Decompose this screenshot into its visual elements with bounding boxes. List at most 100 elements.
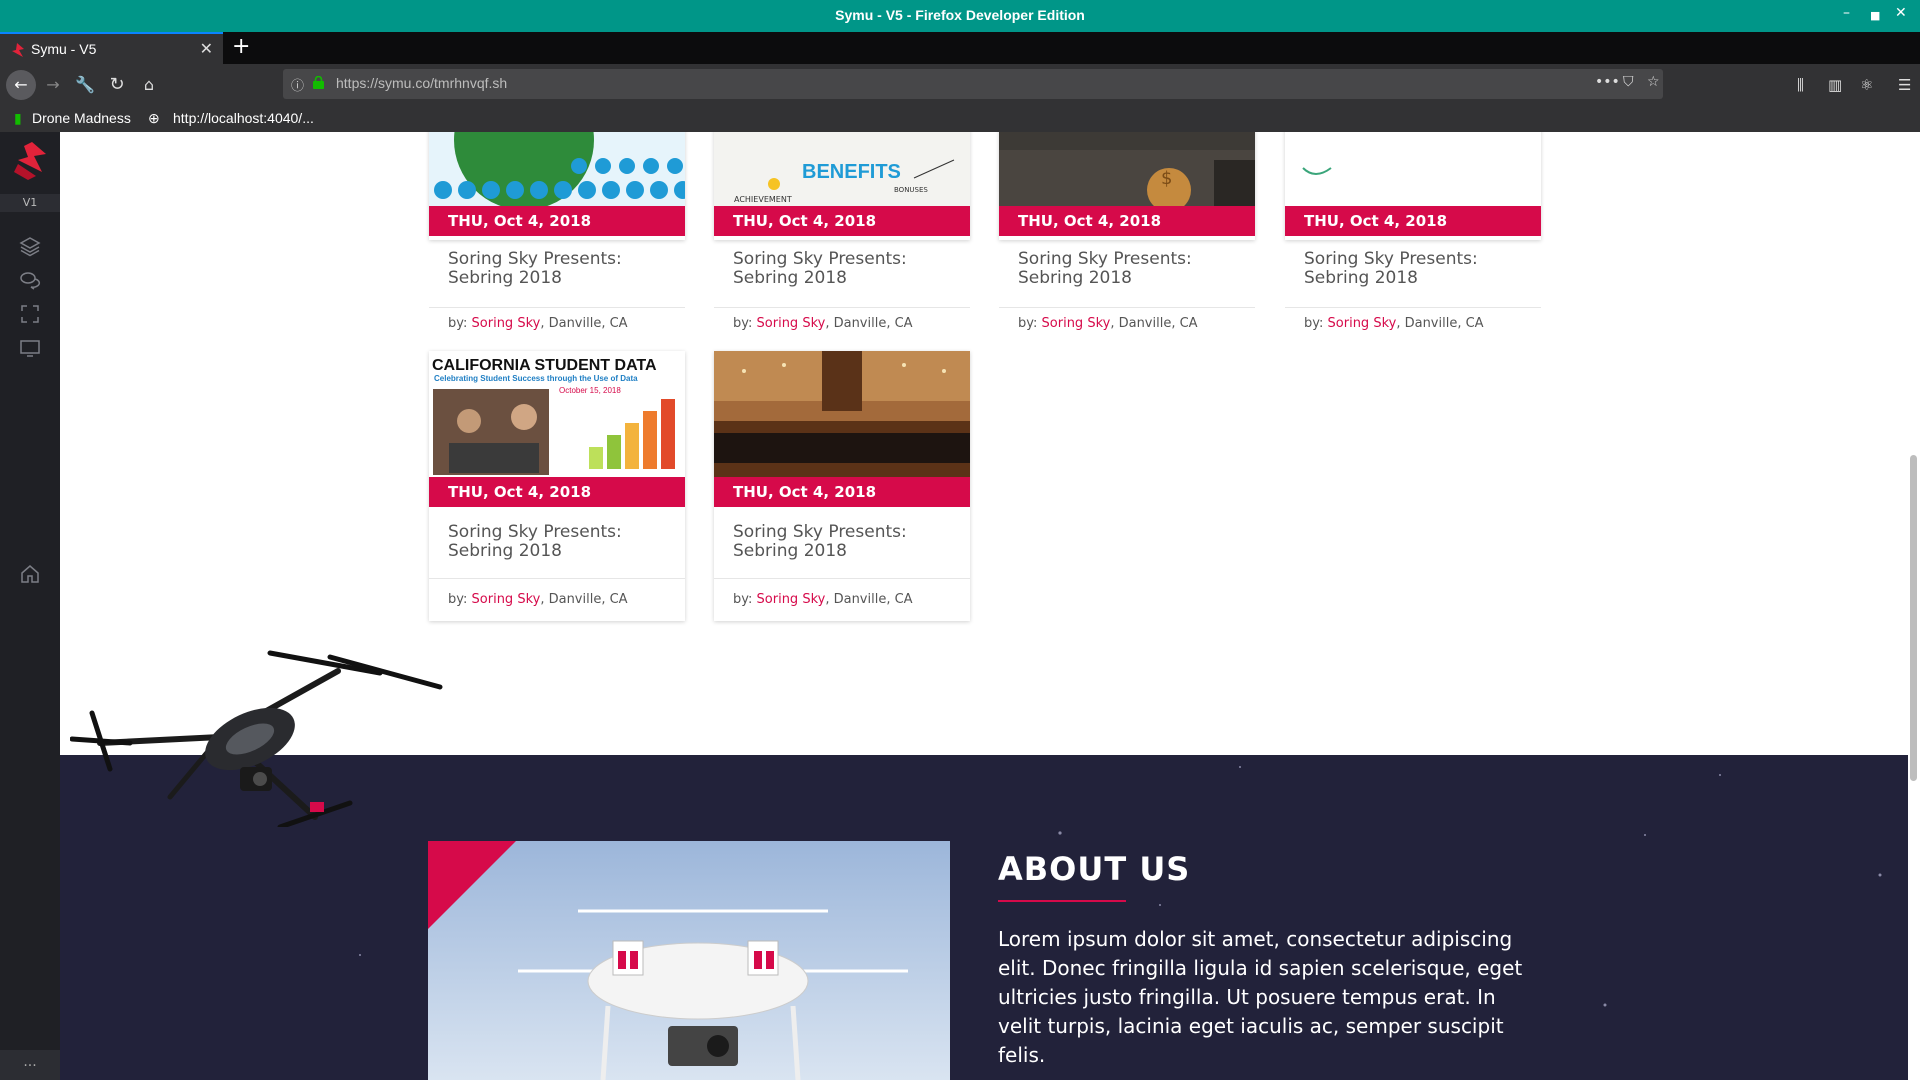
url-host: https://symu.co [336,75,431,91]
tab-bar: Symu - V5 ✕ + [0,32,1920,64]
by-prefix: by: [733,592,753,607]
react-devtools-icon[interactable]: ⚛ [1860,76,1873,94]
img-date: October 15, 2018 [559,386,621,395]
more-button[interactable]: ... [0,1050,60,1080]
card-divider [429,578,685,579]
leaf-icon: ▮ [14,110,22,126]
event-date: THU, Oct 4, 2018 [999,206,1255,236]
event-card[interactable]: CALIFORNIA STUDENT DATA Celebrating Stud… [429,351,685,621]
page-actions-icon[interactable]: ••• [1595,74,1620,90]
symu-logo-icon[interactable] [12,142,48,180]
about-text: Lorem ipsum dolor sit amet, consectetur … [998,927,1523,1067]
svg-text:ACHIEVEMENT: ACHIEVEMENT [734,195,792,204]
event-title[interactable]: Soring Sky Presents: Sebring 2018 [448,523,673,561]
event-card[interactable]: BENEFITS ACHIEVEMENT BONUSES THU, Oct 4,… [714,132,970,331]
layers-icon[interactable] [18,234,42,258]
monitor-icon[interactable] [18,336,42,360]
bookmarks-toolbar: ▮ Drone Madness ⊕ http://localhost:4040/… [0,106,1920,132]
svg-text:$: $ [1161,168,1172,189]
event-card[interactable]: THU, Oct 4, 2018 Soring Sky Presents: Se… [429,132,685,331]
site-info-icon[interactable]: ⓘ [291,75,304,94]
page-content: THU, Oct 4, 2018 Soring Sky Presents: Se… [60,132,1916,1080]
address-bar[interactable]: ⓘ https://symu.co/tmrhnvqf.sh ••• ⛉ ☆ [283,69,1663,99]
new-tab-button[interactable]: + [232,34,250,59]
forward-button[interactable]: → [40,72,66,98]
card-divider [429,307,685,308]
menu-icon[interactable]: ☰ [1898,76,1911,94]
close-window-icon[interactable]: ✕ [1895,5,1907,21]
event-author-link[interactable]: Soring Sky [757,316,826,331]
back-button[interactable]: ← [6,70,36,100]
svg-text:BENEFITS: BENEFITS [802,161,901,183]
tab-label: Symu - V5 [31,41,97,57]
event-location: , Danville, CA [540,592,628,607]
card-divider [714,578,970,579]
card-divider [1285,307,1541,308]
event-location: , Danville, CA [825,316,913,331]
scrollbar-thumb[interactable] [1910,455,1917,781]
event-date: THU, Oct 4, 2018 [714,477,970,507]
bookmark-drone-madness[interactable]: Drone Madness [32,110,131,126]
about-title: ABOUT US [998,850,1191,888]
url-path: /tmrhnvqf.sh [430,75,508,91]
tab-close-icon[interactable]: ✕ [200,39,213,58]
globe-icon: ⊕ [148,110,160,126]
bookmark-localhost[interactable]: http://localhost:4040/... [173,110,314,126]
event-title[interactable]: Soring Sky Presents: Sebring 2018 [1304,250,1529,288]
svg-text:BONUSES: BONUSES [894,186,928,194]
event-byline: by: Soring Sky, Danville, CA [448,316,628,331]
event-image [714,351,970,477]
bookmark-star-icon[interactable]: ☆ [1647,74,1660,90]
event-image: $ [999,132,1255,206]
event-title[interactable]: Soring Sky Presents: Sebring 2018 [733,250,958,288]
event-byline: by: Soring Sky, Danville, CA [1304,316,1484,331]
event-date: THU, Oct 4, 2018 [429,477,685,507]
event-title[interactable]: Soring Sky Presents: Sebring 2018 [448,250,673,288]
home-icon[interactable] [18,562,42,586]
window-titlebar: Symu - V5 - Firefox Developer Edition – … [0,0,1920,32]
maximize-icon[interactable]: ■ [1870,9,1880,22]
event-author-link[interactable]: Soring Sky [472,592,541,607]
app-sidebar: V1 ... [0,132,60,1080]
event-card[interactable]: $ THU, Oct 4, 2018 Soring Sky Presents: … [999,132,1255,331]
page-scrollbar[interactable] [1908,132,1920,1080]
by-prefix: by: [1018,316,1038,331]
event-author-link[interactable]: Soring Sky [1042,316,1111,331]
benefits-image: BENEFITS ACHIEVEMENT BONUSES [734,159,955,204]
library-icon[interactable]: ⫼ [1797,76,1804,94]
black-drone-image [70,650,443,827]
event-title[interactable]: Soring Sky Presents: Sebring 2018 [1018,250,1243,288]
event-location: , Danville, CA [540,316,628,331]
event-image [1285,132,1541,206]
sidebar-toggle-icon[interactable]: ▥ [1828,76,1842,94]
event-title[interactable]: Soring Sky Presents: Sebring 2018 [733,523,958,561]
card-divider [714,307,970,308]
tools-wrench-icon[interactable]: 🔧 [72,72,98,98]
event-author-link[interactable]: Soring Sky [757,592,826,607]
img-heading: CALIFORNIA STUDENT DATA [432,357,657,374]
by-prefix: by: [1304,316,1324,331]
event-author-link[interactable]: Soring Sky [472,316,541,331]
event-author-link[interactable]: Soring Sky [1328,316,1397,331]
event-location: , Danville, CA [825,592,913,607]
symu-favicon-icon [12,43,24,57]
california-student-data-image: CALIFORNIA STUDENT DATA Celebrating Stud… [432,357,675,475]
by-prefix: by: [448,592,468,607]
comments-icon[interactable] [18,268,42,292]
minimize-icon[interactable]: – [1843,5,1850,21]
about-image [428,841,950,1080]
reload-button[interactable]: ↻ [104,72,130,98]
event-byline: by: Soring Sky, Danville, CA [1018,316,1198,331]
money-hand-image: $ [999,150,1255,206]
event-card[interactable]: THU, Oct 4, 2018 Soring Sky Presents: Se… [714,351,970,621]
pet-icons-image [434,132,685,206]
white-drone-photo [428,841,950,1080]
pocket-icon[interactable]: ⛉ [1623,74,1634,90]
fullscreen-icon[interactable] [18,302,42,326]
version-badge[interactable]: V1 [0,194,60,212]
event-card[interactable]: THU, Oct 4, 2018 Soring Sky Presents: Se… [1285,132,1541,331]
tab-symu[interactable]: Symu - V5 ✕ [0,32,223,64]
home-button[interactable]: ⌂ [136,72,162,98]
window-title: Symu - V5 - Firefox Developer Edition [835,7,1085,23]
orchestra-hall-image [714,351,970,477]
